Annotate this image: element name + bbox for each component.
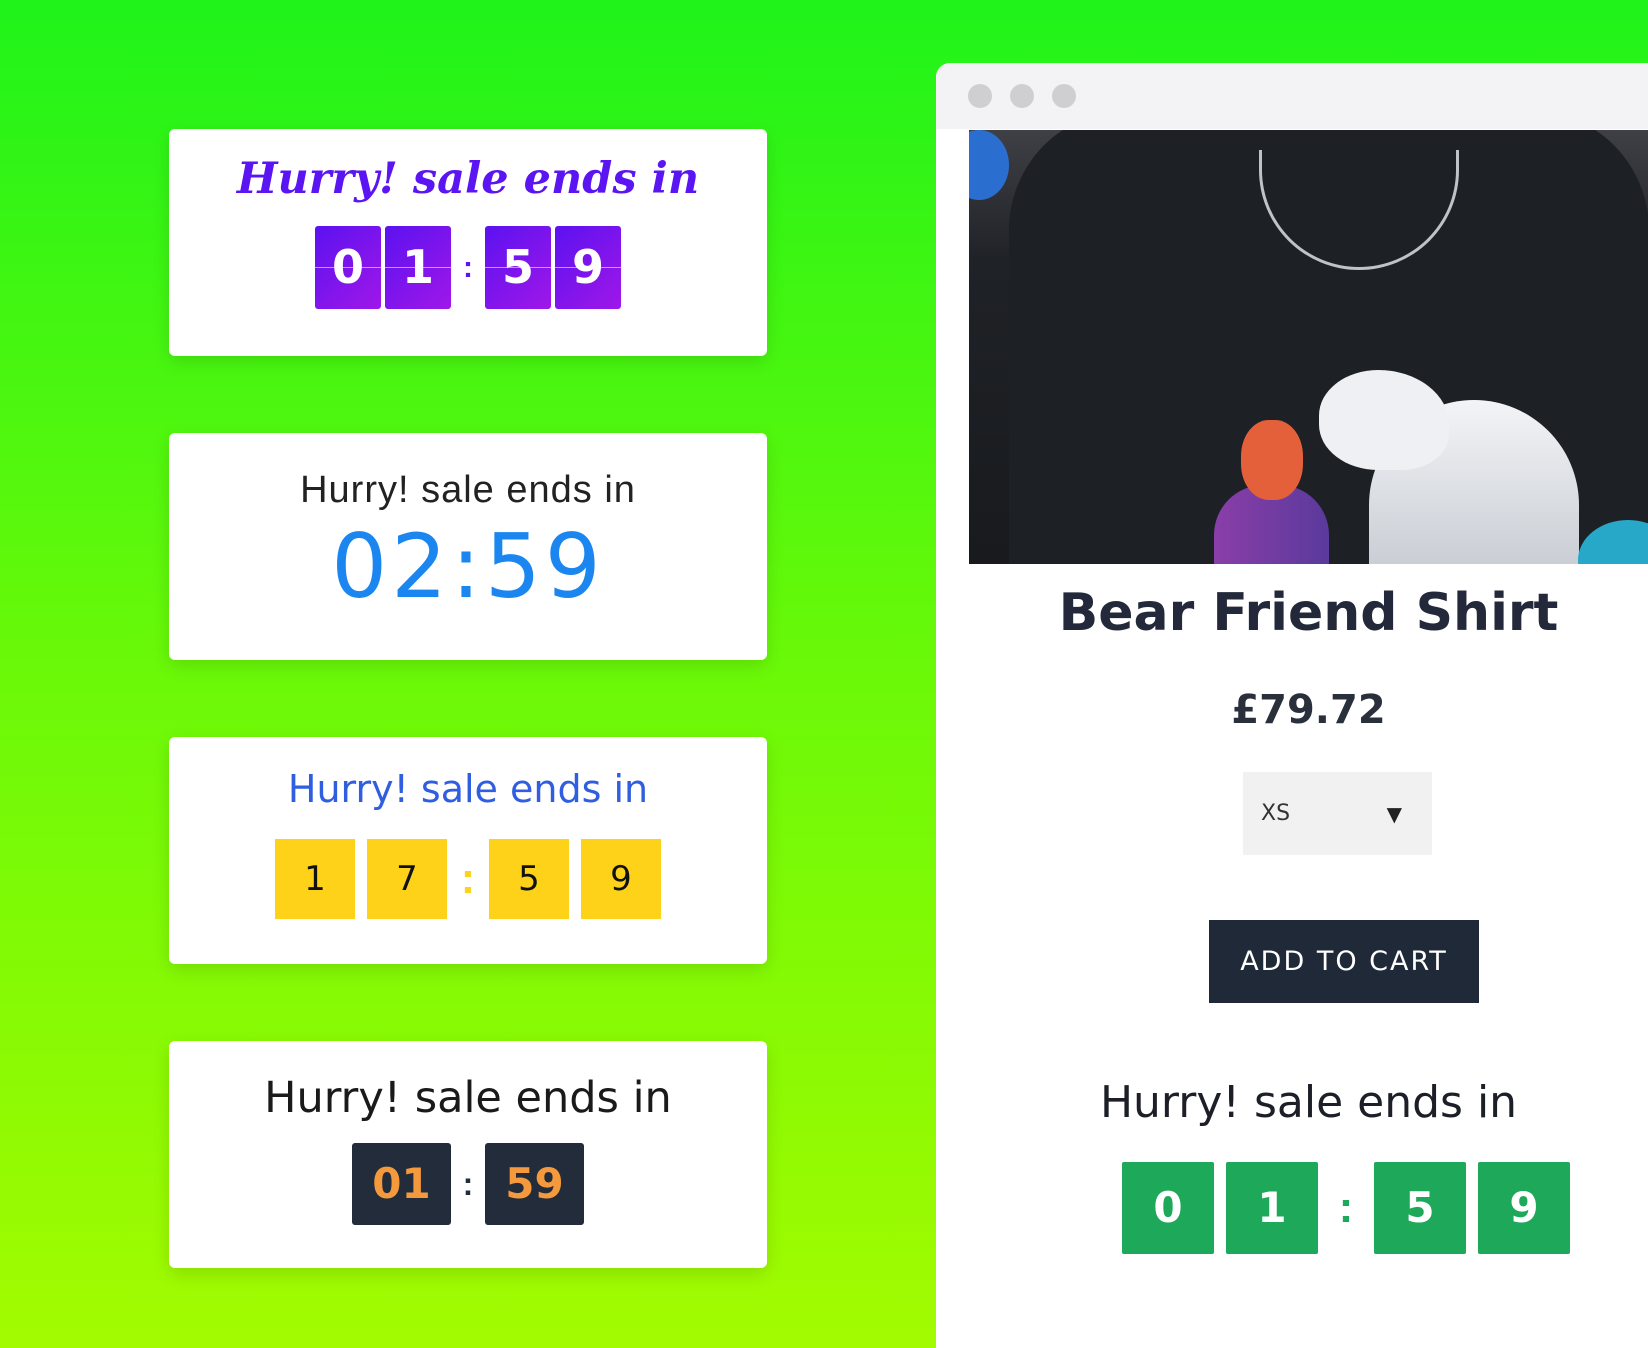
timer-minutes: 01 [352, 1143, 451, 1225]
flip-timer: 0 1 : 5 9 [169, 226, 767, 309]
flip-digit: 9 [555, 226, 621, 309]
countdown-card-dark: Hurry! sale ends in 01 : 59 [169, 1041, 767, 1268]
timer-digit: 1 [1226, 1162, 1318, 1254]
yellow-timer: 1 7 : 5 9 [169, 839, 767, 919]
dropdown-caret-icon: ▼ [1386, 801, 1402, 826]
flip-digit: 5 [485, 226, 551, 309]
countdown-card-flip: Hurry! sale ends in 0 1 : 5 9 [169, 129, 767, 356]
timer-separator: : [463, 250, 473, 284]
browser-titlebar [936, 63, 1648, 129]
product-countdown-timer: 0 1 : 5 9 [1122, 1162, 1582, 1254]
timer-digit: 5 [1374, 1162, 1466, 1254]
flip-digit: 0 [315, 226, 381, 309]
size-select-value: XS [1261, 801, 1291, 826]
add-to-cart-button[interactable]: ADD TO CART [1209, 920, 1479, 1003]
dark-timer: 01 : 59 [169, 1143, 767, 1225]
timer-digit: 5 [489, 839, 569, 919]
product-image [969, 130, 1648, 564]
timer-seconds: 59 [485, 1143, 584, 1225]
size-select[interactable]: XS ▼ [1243, 772, 1432, 855]
timer-digit: 9 [581, 839, 661, 919]
timer-separator: : [462, 1165, 474, 1202]
timer-digit: 1 [275, 839, 355, 919]
decorative-shape [969, 130, 1009, 200]
girl-head-illustration [1241, 420, 1303, 500]
card-title: Hurry! sale ends in [264, 1073, 672, 1123]
product-countdown-title: Hurry! sale ends in [1099, 1077, 1518, 1128]
card-title: Hurry! sale ends in [236, 154, 700, 204]
product-price: £79.72 [1231, 687, 1386, 733]
product-title: Bear Friend Shirt [1058, 583, 1559, 643]
big-timer: 02:59 [331, 515, 605, 618]
timer-separator: : [1338, 1183, 1354, 1232]
window-dot-icon[interactable] [1010, 84, 1034, 108]
card-title: Hurry! sale ends in [287, 767, 649, 811]
window-dot-icon[interactable] [1052, 84, 1076, 108]
flip-digit: 1 [385, 226, 451, 309]
timer-digit: 7 [367, 839, 447, 919]
timer-digit: 9 [1478, 1162, 1570, 1254]
countdown-card-plain: Hurry! sale ends in 02:59 [169, 433, 767, 660]
window-dot-icon[interactable] [968, 84, 992, 108]
timer-digit: 0 [1122, 1162, 1214, 1254]
card-title: Hurry! sale ends in [300, 469, 636, 511]
browser-window: Bear Friend Shirt £79.72 XS ▼ ADD TO CAR… [936, 63, 1648, 1348]
timer-separator: : [460, 854, 476, 903]
countdown-card-yellow: Hurry! sale ends in 1 7 : 5 9 [169, 737, 767, 964]
